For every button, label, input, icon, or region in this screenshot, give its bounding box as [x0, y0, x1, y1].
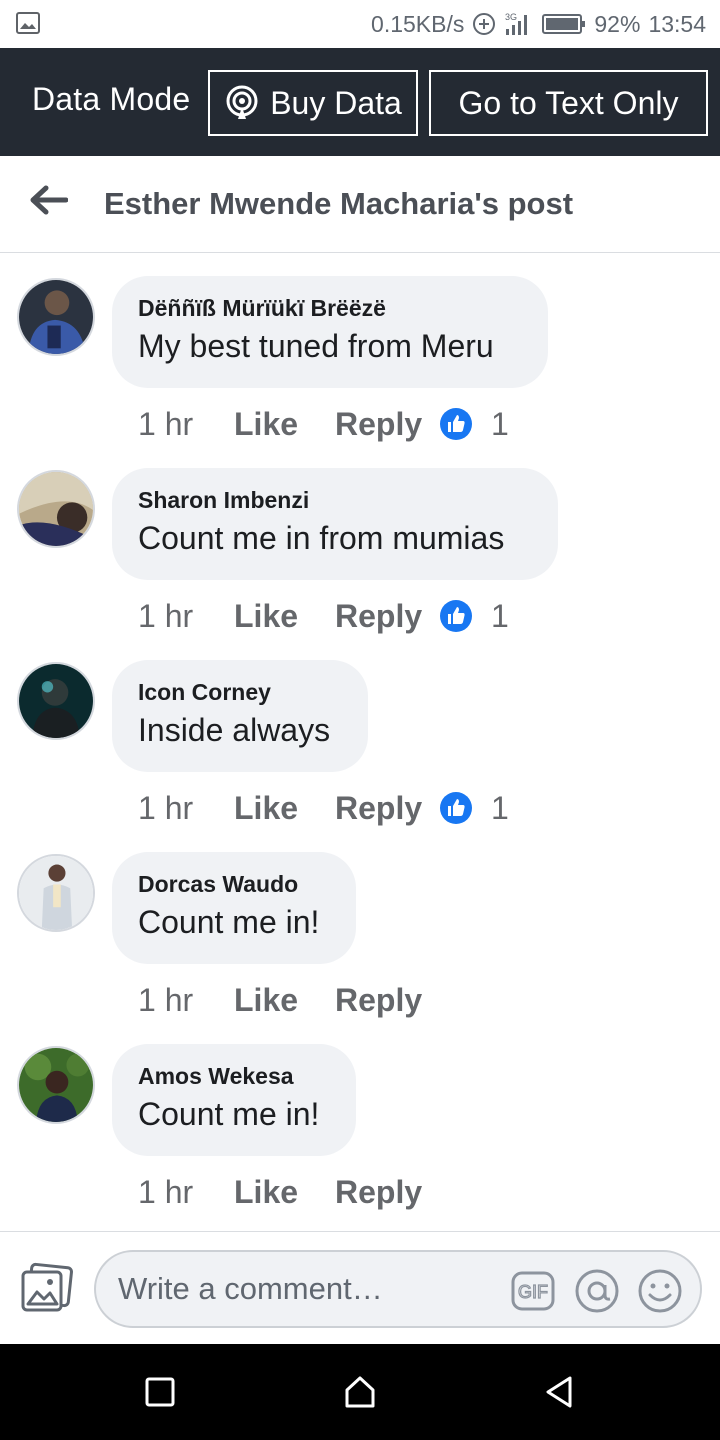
emoji-icon[interactable]	[637, 1268, 683, 1314]
comment-bubble[interactable]: Dëññïß Mürïükï Brëëzë My best tuned from…	[112, 276, 548, 388]
reaction-count[interactable]: 1	[491, 790, 509, 827]
back-nav-icon[interactable]	[542, 1374, 578, 1410]
like-button[interactable]: Like	[234, 1174, 335, 1211]
comment-time[interactable]: 1 hr	[138, 598, 234, 635]
reply-button[interactable]: Reply	[335, 598, 439, 635]
reaction-count[interactable]: 1	[491, 406, 509, 443]
comment-bubble[interactable]: Icon Corney Inside always	[112, 660, 368, 772]
buy-data-label: Buy Data	[270, 84, 402, 121]
text-only-button[interactable]: Go to Text Only	[429, 70, 708, 136]
thumbs-up-icon[interactable]	[439, 407, 473, 441]
broadcast-icon	[226, 85, 258, 119]
gif-icon[interactable]: GIF	[510, 1268, 556, 1314]
post-header: Esther Mwende Macharia's post	[0, 156, 720, 253]
system-nav-bar	[0, 1344, 720, 1440]
comment-item: Dëññïß Mürïükï Brëëzë My best tuned from…	[0, 276, 720, 470]
comment-time[interactable]: 1 hr	[138, 1174, 234, 1211]
comment-actions: 1 hr Like Reply 1	[138, 402, 509, 446]
thumbs-up-icon[interactable]	[439, 791, 473, 825]
comment-bubble[interactable]: Sharon Imbenzi Count me in from mumias	[112, 468, 558, 580]
thumbs-up-icon[interactable]	[439, 599, 473, 633]
comment-author[interactable]: Icon Corney	[138, 678, 342, 706]
comment-author[interactable]: Sharon Imbenzi	[138, 486, 532, 514]
comment-item: Dorcas Waudo Count me in! 1 hr Like Repl…	[0, 852, 720, 1046]
like-button[interactable]: Like	[234, 598, 335, 635]
back-arrow-icon[interactable]	[28, 182, 68, 218]
svg-text:3G: 3G	[505, 12, 517, 22]
comment-author[interactable]: Dorcas Waudo	[138, 870, 330, 898]
comment-item: Icon Corney Inside always 1 hr Like Repl…	[0, 660, 720, 854]
comment-time[interactable]: 1 hr	[138, 790, 234, 827]
page-title: Esther Mwende Macharia's post	[104, 186, 574, 221]
avatar[interactable]	[17, 1046, 95, 1124]
comment-time[interactable]: 1 hr	[138, 982, 234, 1019]
avatar[interactable]	[17, 278, 95, 356]
comment-author[interactable]: Dëññïß Mürïükï Brëëzë	[138, 294, 522, 322]
status-indicators: 0.15KB/s 3G 92% 13:54	[371, 0, 706, 48]
signal-icon: 3G	[505, 12, 528, 35]
comment-text: Count me in!	[138, 1096, 320, 1132]
data-mode-banner: Data Mode Buy Data Go to Text Only	[0, 48, 720, 156]
comment-text: Count me in!	[138, 904, 320, 940]
comment-bubble[interactable]: Amos Wekesa Count me in!	[112, 1044, 356, 1156]
status-bar: 0.15KB/s 3G 92% 13:54	[0, 0, 720, 48]
comment-bubble[interactable]: Dorcas Waudo Count me in!	[112, 852, 356, 964]
comment-actions: 1 hr Like Reply	[138, 978, 439, 1022]
battery-percent: 92%	[594, 10, 641, 37]
photo-icon[interactable]	[20, 1262, 74, 1314]
like-button[interactable]: Like	[234, 790, 335, 827]
like-button[interactable]: Like	[234, 406, 335, 443]
home-icon[interactable]	[342, 1374, 378, 1410]
reply-button[interactable]: Reply	[335, 1174, 439, 1211]
data-saver-icon	[473, 13, 496, 35]
comment-text: Count me in from mumias	[138, 520, 505, 556]
avatar[interactable]	[17, 854, 95, 932]
comment-actions: 1 hr Like Reply 1	[138, 594, 509, 638]
comment-time[interactable]: 1 hr	[138, 406, 234, 443]
avatar[interactable]	[17, 470, 95, 548]
recent-apps-icon[interactable]	[142, 1374, 178, 1410]
gallery-notification-icon	[16, 12, 40, 34]
mention-icon[interactable]	[574, 1268, 620, 1314]
buy-data-button[interactable]: Buy Data	[208, 70, 418, 136]
comment-actions: 1 hr Like Reply	[138, 1170, 439, 1214]
comment-text: My best tuned from Meru	[138, 328, 494, 364]
comment-item: Sharon Imbenzi Count me in from mumias 1…	[0, 468, 720, 662]
data-mode-label: Data Mode	[32, 81, 191, 117]
net-speed: 0.15KB/s	[371, 10, 465, 37]
reply-button[interactable]: Reply	[335, 790, 439, 827]
battery-icon	[542, 14, 586, 34]
comment-text: Inside always	[138, 712, 331, 748]
reply-button[interactable]: Reply	[335, 982, 439, 1019]
gif-label: GIF	[518, 1282, 548, 1302]
comment-item: Amos Wekesa Count me in! 1 hr Like Reply	[0, 1044, 720, 1238]
clock: 13:54	[648, 10, 706, 37]
avatar[interactable]	[17, 662, 95, 740]
comment-actions: 1 hr Like Reply 1	[138, 786, 509, 830]
comment-author[interactable]: Amos Wekesa	[138, 1062, 330, 1090]
comment-composer: GIF	[0, 1231, 720, 1344]
text-only-label: Go to Text Only	[458, 84, 679, 121]
like-button[interactable]: Like	[234, 982, 335, 1019]
reply-button[interactable]: Reply	[335, 406, 439, 443]
reaction-count[interactable]: 1	[491, 598, 509, 635]
